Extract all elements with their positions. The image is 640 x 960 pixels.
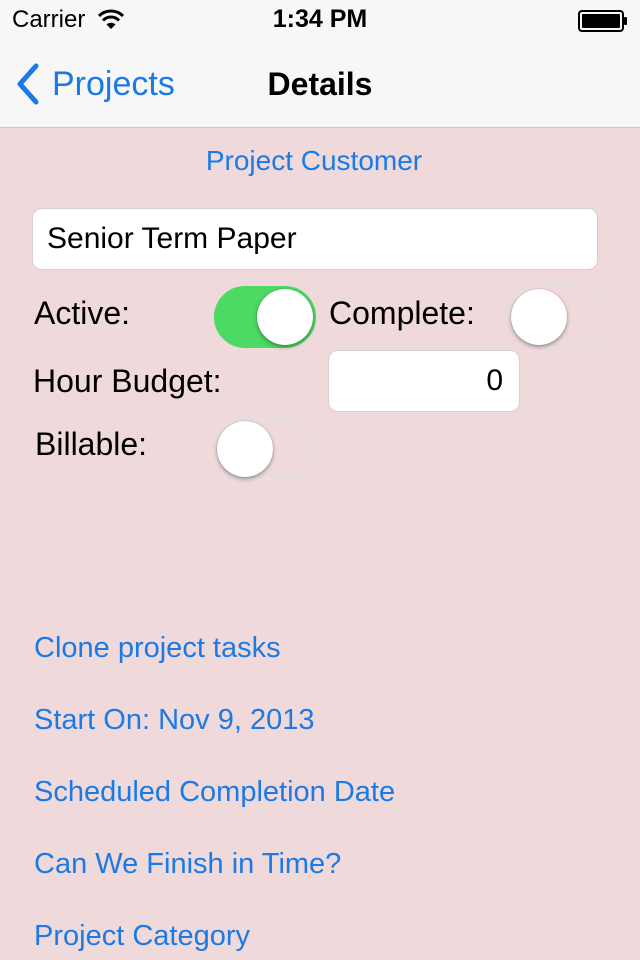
navigation-bar: Projects Details [0, 40, 640, 128]
active-switch[interactable] [214, 286, 316, 348]
project-category-button[interactable]: Project Category [34, 920, 250, 953]
project-customer-button[interactable]: Project Customer [0, 145, 628, 177]
clone-project-tasks-button[interactable]: Clone project tasks [34, 632, 281, 665]
can-we-finish-in-time-button[interactable]: Can We Finish in Time? [34, 848, 341, 881]
battery-full-icon [578, 10, 627, 32]
billable-switch[interactable] [214, 418, 316, 480]
hour-budget-label: Hour Budget: [33, 363, 222, 399]
status-bar: Carrier 1:34 PM [0, 0, 640, 40]
billable-label: Billable: [35, 426, 148, 462]
start-on-date-button[interactable]: Start On: Nov 9, 2013 [34, 704, 314, 737]
switch-knob [217, 421, 273, 477]
switch-knob [511, 289, 567, 345]
complete-label: Complete: [329, 295, 475, 331]
complete-switch[interactable] [508, 286, 610, 348]
scheduled-completion-date-button[interactable]: Scheduled Completion Date [34, 776, 395, 809]
active-label: Active: [34, 295, 131, 331]
hour-budget-field[interactable] [328, 350, 520, 412]
page-title: Details [267, 66, 373, 102]
switch-knob [257, 289, 313, 345]
status-time: 1:34 PM [272, 5, 368, 33]
project-name-field[interactable] [32, 208, 598, 270]
